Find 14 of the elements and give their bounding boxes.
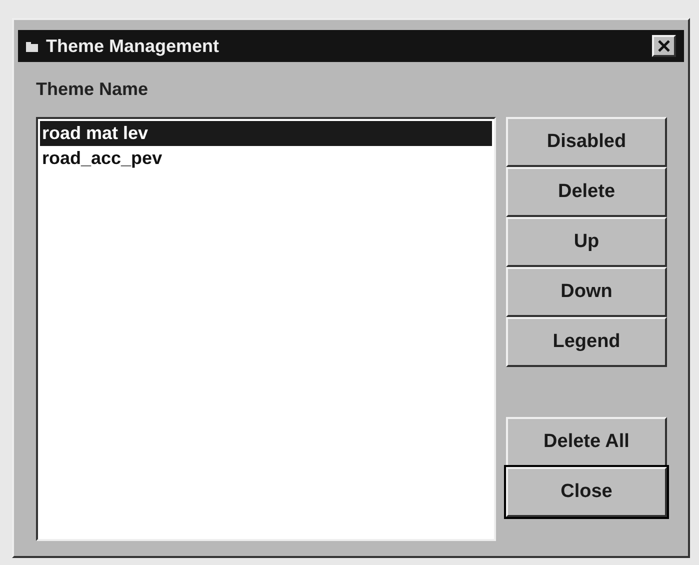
theme-list-item[interactable]: road mat lev [40, 121, 492, 146]
theme-name-label: Theme Name [36, 78, 150, 101]
theme-list-item[interactable]: road_acc_pev [40, 146, 492, 171]
dialog-button[interactable]: Disabled [506, 117, 667, 167]
dialog-button[interactable]: Legend [506, 317, 667, 367]
window-title: Theme Management [46, 34, 220, 58]
dialog-button[interactable]: Delete All [506, 417, 667, 467]
dialog-button[interactable]: Close [506, 467, 667, 517]
theme-list[interactable]: road mat lev road_acc_pev [36, 117, 496, 541]
dialog-button[interactable]: Up [506, 217, 667, 267]
dialog-button[interactable]: Down [506, 267, 667, 317]
window-icon [26, 40, 38, 52]
close-icon[interactable] [652, 35, 676, 57]
dialog-button[interactable]: Delete [506, 167, 667, 217]
